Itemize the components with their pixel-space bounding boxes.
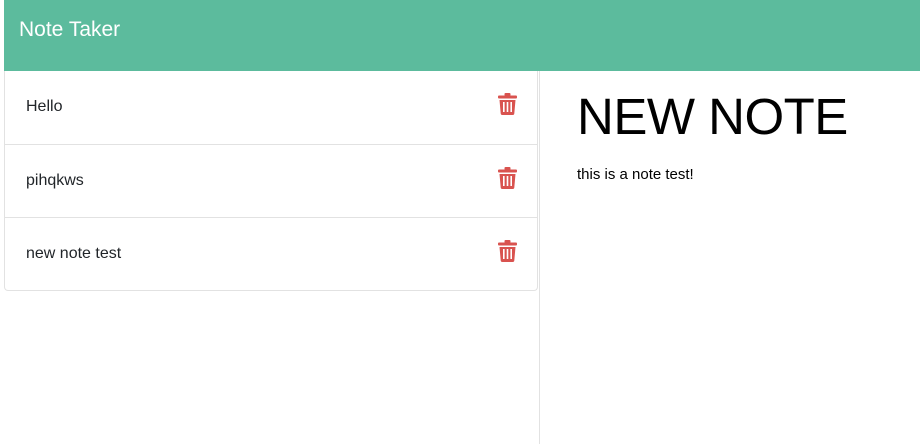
note-list-panel: Hello pihqkws new note test <box>4 71 539 444</box>
list-item[interactable]: pihqkws <box>5 144 537 217</box>
brand-link[interactable]: Note Taker <box>19 16 120 44</box>
trash-icon[interactable] <box>498 240 517 262</box>
note-list: Hello pihqkws new note test <box>4 71 538 291</box>
list-item[interactable]: Hello <box>5 71 537 144</box>
navbar: Note Taker <box>4 0 920 71</box>
note-title: new note test <box>26 245 122 262</box>
note-editor: NEW NOTE this is a note test! <box>540 71 920 444</box>
note-title: Hello <box>26 98 63 115</box>
list-item[interactable]: new note test <box>5 217 537 290</box>
trash-icon[interactable] <box>498 93 517 115</box>
trash-icon[interactable] <box>498 167 517 189</box>
app-window: Note Taker Hello pihqkws new note test N… <box>0 0 920 444</box>
note-text-area[interactable]: this is a note test! <box>577 165 694 185</box>
note-title-input[interactable]: NEW NOTE <box>577 87 848 147</box>
note-title: pihqkws <box>26 172 84 189</box>
